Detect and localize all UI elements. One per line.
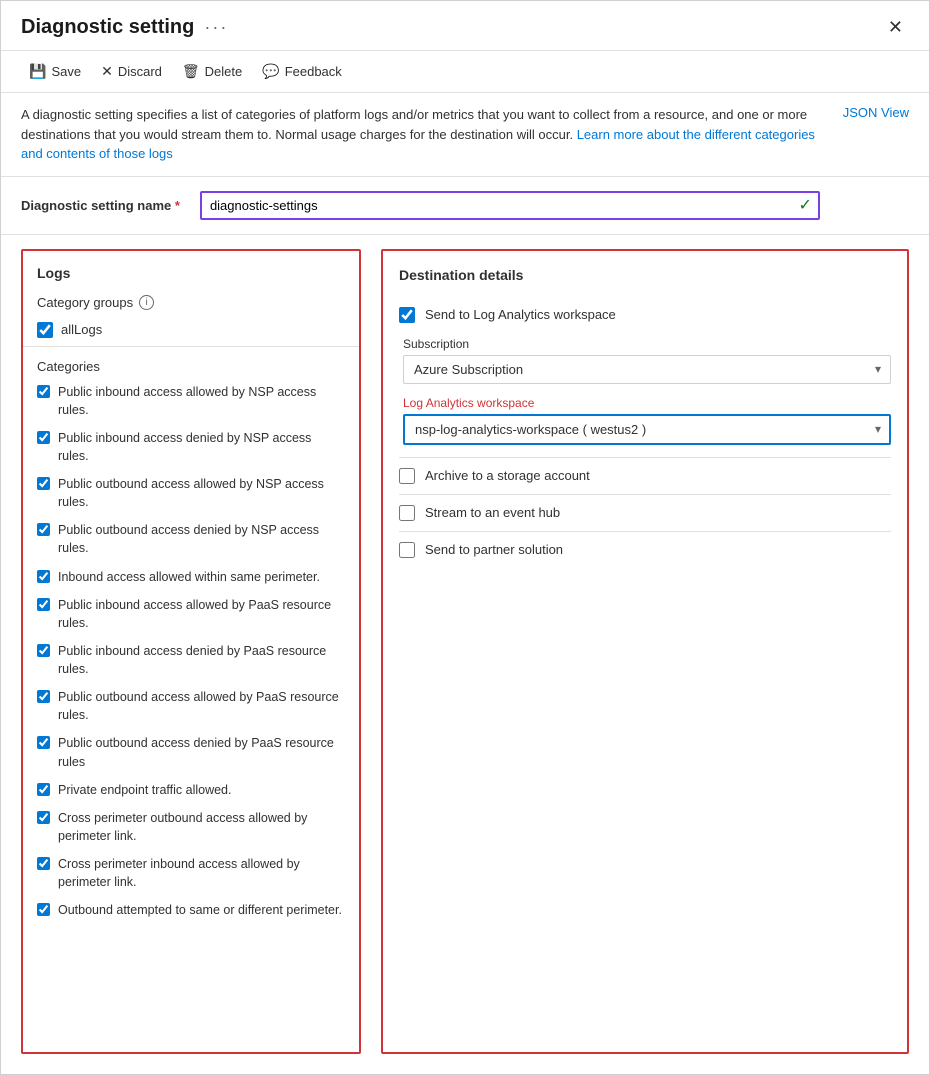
discard-button[interactable]: ✕ Discard (93, 59, 170, 84)
event-hub-option: Stream to an event hub (399, 495, 891, 532)
category-checkbox[interactable] (37, 523, 50, 536)
partner-label: Send to partner solution (425, 542, 563, 557)
workspace-select-wrap: nsp-log-analytics-workspace ( westus2 ) … (403, 414, 891, 445)
category-checkbox[interactable] (37, 477, 50, 490)
category-checkbox[interactable] (37, 811, 50, 824)
category-checkbox[interactable] (37, 644, 50, 657)
delete-icon: 🗑 (182, 63, 200, 80)
category-checkbox[interactable] (37, 431, 50, 444)
list-item: Public outbound access allowed by NSP ac… (23, 470, 359, 516)
log-analytics-header: Send to Log Analytics workspace (399, 307, 891, 323)
list-item: Cross perimeter outbound access allowed … (23, 804, 359, 850)
title-left: Diagnostic setting ··· (21, 16, 228, 39)
category-groups-label: Category groups i (23, 289, 359, 316)
feedback-button[interactable]: 💬 Feedback (254, 59, 350, 84)
list-item: Public inbound access denied by NSP acce… (23, 424, 359, 470)
destination-panel: Destination details Send to Log Analytic… (381, 249, 909, 1055)
storage-option: Archive to a storage account (399, 458, 891, 495)
categories-section-label: Categories (23, 349, 359, 378)
list-item: Outbound attempted to same or different … (23, 896, 359, 924)
save-icon: 💾 (29, 63, 46, 80)
list-item: Public inbound access allowed by PaaS re… (23, 591, 359, 637)
feedback-icon: 💬 (262, 63, 279, 80)
category-checkbox[interactable] (37, 783, 50, 796)
log-analytics-sub: Subscription Azure Subscription ▾ Log An… (399, 337, 891, 445)
category-checkbox[interactable] (37, 857, 50, 870)
category-label: Cross perimeter outbound access allowed … (58, 809, 345, 845)
delete-button[interactable]: 🗑 Delete (174, 59, 250, 84)
partner-option: Send to partner solution (399, 532, 891, 568)
category-label: Public inbound access allowed by PaaS re… (58, 596, 345, 632)
event-hub-label: Stream to an event hub (425, 505, 560, 520)
subscription-select-wrap: Azure Subscription ▾ (403, 355, 891, 384)
list-item: Public outbound access denied by NSP acc… (23, 516, 359, 562)
workspace-select[interactable]: nsp-log-analytics-workspace ( westus2 ) (403, 414, 891, 445)
page-title: Diagnostic setting (21, 16, 194, 39)
category-checkbox[interactable] (37, 385, 50, 398)
category-label: Outbound attempted to same or different … (58, 901, 342, 919)
main-content: Logs Category groups i allLogs Categorie… (1, 235, 929, 1075)
allLogs-label: allLogs (61, 322, 102, 337)
category-checkbox[interactable] (37, 598, 50, 611)
check-icon: ✓ (799, 195, 812, 215)
storage-label: Archive to a storage account (425, 468, 590, 483)
close-button[interactable]: ✕ (882, 15, 909, 40)
destination-panel-title: Destination details (399, 267, 891, 283)
setting-name-label: Diagnostic setting name * (21, 198, 180, 213)
feedback-label: Feedback (285, 64, 342, 79)
category-checkbox[interactable] (37, 736, 50, 749)
event-hub-checkbox[interactable] (399, 505, 415, 521)
category-label: Public inbound access denied by PaaS res… (58, 642, 345, 678)
discard-label: Discard (118, 64, 162, 79)
list-item: Public outbound access allowed by PaaS r… (23, 683, 359, 729)
info-icon[interactable]: i (139, 295, 154, 310)
log-analytics-checkbox[interactable] (399, 307, 415, 323)
category-label: Public outbound access allowed by PaaS r… (58, 688, 345, 724)
setting-name-input[interactable] (200, 191, 820, 220)
allLogs-checkbox[interactable] (37, 322, 53, 338)
more-options-icon: ··· (204, 17, 228, 38)
info-bar: A diagnostic setting specifies a list of… (1, 93, 929, 177)
category-label: Public outbound access denied by NSP acc… (58, 521, 345, 557)
category-label: Public outbound access allowed by NSP ac… (58, 475, 345, 511)
category-checkbox[interactable] (37, 903, 50, 916)
category-label: Cross perimeter inbound access allowed b… (58, 855, 345, 891)
category-label: Inbound access allowed within same perim… (58, 568, 320, 586)
allLogs-row: allLogs (23, 316, 359, 344)
setting-name-row: Diagnostic setting name * ✓ (1, 177, 929, 235)
json-view-link[interactable]: JSON View (843, 105, 909, 120)
list-item: Public inbound access allowed by NSP acc… (23, 378, 359, 424)
list-item: Public inbound access denied by PaaS res… (23, 637, 359, 683)
category-checkbox[interactable] (37, 690, 50, 703)
save-button[interactable]: 💾 Save (21, 59, 89, 84)
title-bar: Diagnostic setting ··· ✕ (1, 1, 929, 51)
delete-label: Delete (205, 64, 243, 79)
subscription-select[interactable]: Azure Subscription (403, 355, 891, 384)
logs-panel-title: Logs (23, 265, 359, 289)
category-label: Public inbound access denied by NSP acce… (58, 429, 345, 465)
workspace-label: Log Analytics workspace (403, 396, 891, 410)
storage-checkbox[interactable] (399, 468, 415, 484)
list-item: Public outbound access denied by PaaS re… (23, 729, 359, 775)
save-label: Save (51, 64, 81, 79)
partner-checkbox[interactable] (399, 542, 415, 558)
setting-name-input-wrap: ✓ (200, 191, 820, 220)
dialog: Diagnostic setting ··· ✕ 💾 Save ✕ Discar… (0, 0, 930, 1075)
category-label: Public inbound access allowed by NSP acc… (58, 383, 345, 419)
log-analytics-label: Send to Log Analytics workspace (425, 307, 616, 322)
log-analytics-section: Send to Log Analytics workspace Subscrip… (399, 297, 891, 458)
logs-panel: Logs Category groups i allLogs Categorie… (21, 249, 361, 1055)
list-item: Private endpoint traffic allowed. (23, 776, 359, 804)
toolbar: 💾 Save ✕ Discard 🗑 Delete 💬 Feedback (1, 51, 929, 93)
category-label: Public outbound access denied by PaaS re… (58, 734, 345, 770)
list-item: Inbound access allowed within same perim… (23, 563, 359, 591)
discard-icon: ✕ (101, 63, 113, 80)
category-checkbox[interactable] (37, 570, 50, 583)
info-description: A diagnostic setting specifies a list of… (21, 105, 827, 164)
subscription-label: Subscription (403, 337, 891, 351)
list-item: Cross perimeter inbound access allowed b… (23, 850, 359, 896)
category-label: Private endpoint traffic allowed. (58, 781, 231, 799)
